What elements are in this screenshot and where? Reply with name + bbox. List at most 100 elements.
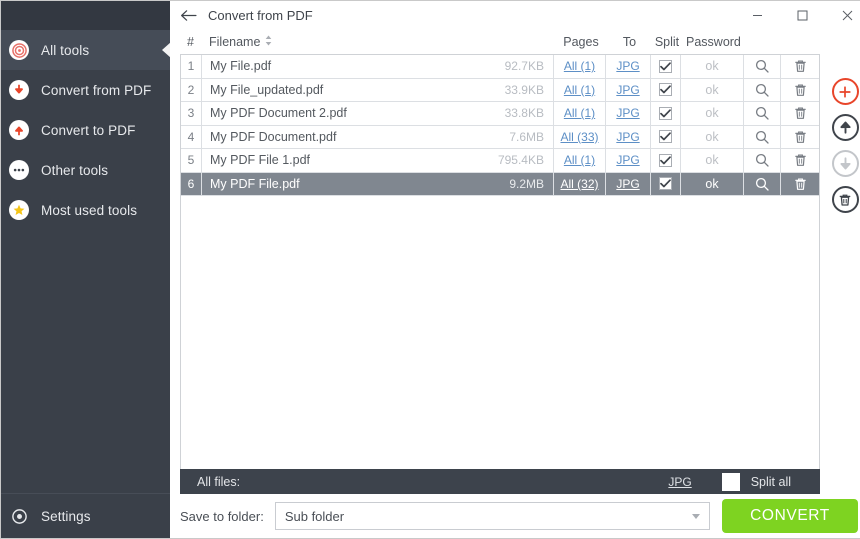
row-pages-cell[interactable]: All (1)	[554, 149, 606, 172]
row-split-checkbox[interactable]	[659, 153, 672, 167]
row-split-cell[interactable]	[651, 172, 681, 195]
row-number: 4	[181, 125, 202, 148]
file-table-body: 1 My File.pdf 92.7KB All (1) JPG ok 2 My File_u…	[181, 55, 819, 196]
chevron-down-icon	[692, 513, 700, 519]
delete-all-button[interactable]	[831, 186, 859, 213]
row-pages-link[interactable]: All (1)	[564, 83, 595, 97]
sidebar-item-settings[interactable]: Settings	[1, 493, 170, 538]
move-down-button[interactable]	[831, 150, 859, 177]
row-filename-cell[interactable]: My File.pdf 92.7KB	[202, 55, 554, 78]
back-button[interactable]	[170, 1, 206, 30]
sidebar-item-most-used-tools[interactable]: Most used tools	[1, 190, 170, 230]
row-pages-cell[interactable]: All (33)	[554, 125, 606, 148]
sidebar-item-all-tools[interactable]: All tools	[1, 30, 171, 70]
row-format-cell[interactable]: JPG	[606, 55, 651, 78]
column-header-delete	[782, 30, 820, 54]
row-filename-cell[interactable]: My PDF Document 2.pdf 33.8KB	[202, 102, 554, 125]
row-format-cell[interactable]: JPG	[606, 149, 651, 172]
row-split-cell[interactable]	[651, 125, 681, 148]
row-format-link[interactable]: JPG	[616, 130, 639, 144]
row-split-cell[interactable]	[651, 149, 681, 172]
titlebar: Convert from PDF	[170, 1, 860, 30]
row-delete-button[interactable]	[781, 173, 819, 196]
row-password[interactable]: ok	[681, 149, 744, 172]
sidebar: All tools Convert from PDF Convert to PD…	[1, 1, 171, 538]
row-password[interactable]: ok	[681, 125, 744, 148]
row-pages-cell[interactable]: All (32)	[554, 172, 606, 195]
move-up-button[interactable]	[831, 114, 859, 141]
row-pages-cell[interactable]: All (1)	[554, 78, 606, 101]
split-all-checkbox[interactable]	[721, 472, 740, 491]
row-preview-button[interactable]	[744, 149, 781, 172]
row-preview-button[interactable]	[744, 125, 781, 148]
save-folder-value: Sub folder	[284, 508, 345, 524]
row-filename-cell[interactable]: My File_updated.pdf 33.9KB	[202, 78, 554, 101]
table-row[interactable]: 5 My PDF File 1.pdf 795.4KB All (1) JPG ok	[181, 149, 819, 173]
column-header-filename[interactable]: Filename	[201, 30, 555, 54]
table-row[interactable]: 2 My File_updated.pdf 33.9KB All (1) JPG ok	[181, 78, 819, 102]
row-filename-cell[interactable]: My PDF Document.pdf 7.6MB	[202, 125, 554, 148]
table-row[interactable]: 3 My PDF Document 2.pdf 33.8KB All (1) JPG ok	[181, 102, 819, 126]
table-row[interactable]: 6 My PDF File.pdf 9.2MB All (32) JPG ok	[181, 172, 819, 196]
row-number: 5	[181, 149, 202, 172]
row-number: 1	[181, 55, 202, 78]
table-row[interactable]: 4 My PDF Document.pdf 7.6MB All (33) JPG ok	[181, 125, 819, 149]
sidebar-item-convert-to-pdf[interactable]: Convert to PDF	[1, 110, 170, 150]
convert-button[interactable]: CONVERT	[722, 499, 858, 533]
row-pages-link[interactable]: All (33)	[560, 130, 598, 144]
row-delete-button[interactable]	[781, 102, 819, 125]
sidebar-item-other-tools[interactable]: Other tools	[1, 150, 170, 190]
row-format-link[interactable]: JPG	[616, 106, 639, 120]
row-filesize: 92.7KB	[504, 59, 544, 74]
save-folder-select[interactable]: Sub folder	[274, 502, 710, 530]
row-preview-button[interactable]	[744, 172, 781, 195]
row-password[interactable]: ok	[681, 55, 744, 78]
sort-icon[interactable]	[265, 35, 272, 49]
row-split-checkbox[interactable]	[659, 59, 672, 73]
row-delete-button[interactable]	[781, 79, 819, 102]
row-password[interactable]: ok	[681, 78, 744, 101]
row-pages-cell[interactable]: All (1)	[554, 102, 606, 125]
row-split-checkbox[interactable]	[659, 83, 672, 97]
minimize-button[interactable]	[735, 1, 780, 30]
close-button[interactable]	[825, 1, 860, 30]
row-split-checkbox[interactable]	[659, 177, 672, 191]
row-password[interactable]: ok	[681, 172, 744, 195]
row-format-cell[interactable]: JPG	[606, 172, 651, 195]
row-format-cell[interactable]: JPG	[606, 78, 651, 101]
row-format-link[interactable]: JPG	[616, 177, 639, 191]
row-pages-link[interactable]: All (1)	[564, 153, 595, 167]
row-password[interactable]: ok	[681, 102, 744, 125]
row-filename-cell[interactable]: My PDF File 1.pdf 795.4KB	[202, 149, 554, 172]
window-controls	[735, 1, 860, 30]
all-files-format-link[interactable]: JPG	[668, 475, 691, 489]
row-format-cell[interactable]: JPG	[606, 102, 651, 125]
row-pages-link[interactable]: All (1)	[564, 59, 595, 73]
row-format-cell[interactable]: JPG	[606, 125, 651, 148]
row-filename-cell[interactable]: My PDF File.pdf 9.2MB	[202, 172, 554, 195]
row-split-cell[interactable]	[651, 55, 681, 78]
row-split-cell[interactable]	[651, 78, 681, 101]
sidebar-item-convert-from-pdf[interactable]: Convert from PDF	[1, 70, 170, 110]
row-format-link[interactable]: JPG	[616, 83, 639, 97]
ellipsis-icon	[9, 160, 29, 180]
row-split-checkbox[interactable]	[659, 130, 672, 144]
table-row[interactable]: 1 My File.pdf 92.7KB All (1) JPG ok	[181, 55, 819, 79]
maximize-button[interactable]	[780, 1, 825, 30]
row-pages-cell[interactable]: All (1)	[554, 55, 606, 78]
row-format-link[interactable]: JPG	[616, 153, 639, 167]
row-format-link[interactable]: JPG	[616, 59, 639, 73]
row-pages-link[interactable]: All (1)	[564, 106, 595, 120]
row-preview-button[interactable]	[744, 55, 781, 78]
row-preview-button[interactable]	[744, 78, 781, 101]
row-delete-button[interactable]	[781, 126, 819, 149]
file-list-section: # Filename Pages To Split Password 1 My …	[180, 30, 820, 494]
row-preview-button[interactable]	[744, 102, 781, 125]
sidebar-item-label: Convert to PDF	[41, 122, 136, 138]
row-pages-link[interactable]: All (32)	[560, 177, 598, 191]
row-split-cell[interactable]	[651, 102, 681, 125]
row-delete-button[interactable]	[781, 149, 819, 172]
add-file-button[interactable]	[831, 78, 859, 105]
row-split-checkbox[interactable]	[659, 106, 672, 120]
row-delete-button[interactable]	[781, 55, 819, 78]
